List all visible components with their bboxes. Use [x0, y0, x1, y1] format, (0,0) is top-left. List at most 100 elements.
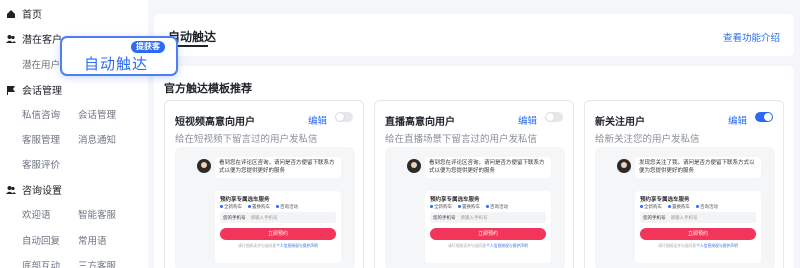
sidebar-item-label: 常用语: [78, 236, 107, 247]
sidebar-item-label: 欢迎语: [22, 210, 51, 221]
agreement-label: 请仔细阅读并勾选同意: [658, 244, 697, 248]
edit-button[interactable]: 编辑: [308, 113, 327, 127]
avatar: [197, 159, 211, 173]
users-icon: [6, 34, 16, 43]
sidebar-item-dm-consult[interactable]: 私信咨询: [22, 107, 60, 121]
sidebar-item-label: 消息通知: [78, 135, 117, 146]
users-icon: [6, 185, 16, 194]
template-section: 官方触达模板推荐 短视频高意向用户 编辑 给在短视频下留言过的用户发私信 看到您…: [154, 66, 794, 268]
agreement-text: 请仔细阅读并勾选同意个人信息授权与保护声明: [220, 244, 336, 249]
sidebar-item-label: 首页: [22, 10, 42, 21]
phone-label: 您的手机号: [643, 215, 666, 220]
sidebar-item-welcome[interactable]: 欢迎语: [22, 207, 51, 221]
card-title: 新关注用户: [595, 117, 645, 128]
agreement-text: 请仔细阅读并勾选同意个人信息授权与保护声明: [430, 244, 546, 249]
agreement-label: 请仔细阅读并勾选同意: [448, 244, 487, 248]
form-option: 全新购车: [430, 204, 452, 210]
sidebar-item-label: 潜在客户: [22, 35, 62, 46]
card-title: 短视频高意向用户: [175, 117, 255, 128]
main-content: 自动触达 查看功能介绍 官方触达模板推荐 短视频高意向用户 编辑 给在短视频下留…: [148, 0, 800, 268]
form-option: 全新购车: [640, 204, 662, 210]
phone-label: 您的手机号: [223, 215, 246, 220]
form-option: 置换购车: [668, 204, 690, 210]
phone-field: 您的手机号 请输入手机号: [640, 212, 756, 223]
form-option: 咨询活动: [696, 204, 718, 210]
sidebar-item-label: 私信咨询: [22, 110, 61, 121]
card-description: 给在直播场景下留言过的用户发私信: [385, 134, 538, 145]
phone-placeholder: 请输入手机号: [670, 215, 698, 220]
sidebar-item-smart-cs[interactable]: 智能客服: [78, 207, 116, 221]
sidebar-item-label: 客服管理: [22, 135, 61, 146]
sidebar-item-bottom-interact[interactable]: 底部互动: [22, 258, 60, 268]
agreement-link: 个人信息授权与保护声明: [276, 244, 318, 248]
enable-toggle[interactable]: [335, 112, 353, 122]
agreement-label: 请仔细阅读并勾选同意: [238, 244, 277, 248]
flag-icon: [7, 85, 15, 95]
sidebar-item-potential-customers[interactable]: 潜在客户: [6, 31, 62, 46]
avatar: [617, 159, 631, 173]
form-options: 全新购车 置换购车 咨询活动: [640, 204, 718, 210]
submit-button: 立即预约: [220, 228, 336, 240]
phone-placeholder: 请输入手机号: [460, 215, 488, 220]
sidebar-item-label: 客服评价: [22, 160, 61, 171]
sidebar-item-label: 会话管理: [78, 110, 117, 121]
message-preview: 发现您关注了我，请问是否方便留下联系方式以便为您提供更好的服务 预约享专属选车服…: [595, 147, 775, 268]
feature-intro-link[interactable]: 查看功能介绍: [723, 30, 780, 44]
card-description: 给新关注您的用户发私信: [595, 134, 700, 145]
lead-form-preview: 预约享专属选车服务 全新购车 置换购车 咨询活动 您的手机号 请输入手机号 立即预…: [635, 191, 761, 263]
message-bubble: 看到您在评论区咨询，请问是否方便留下联系方式以便为您提供更好的服务: [215, 157, 341, 178]
agreement-text: 请仔细阅读并勾选同意个人信息授权与保护声明: [640, 244, 756, 249]
edit-button[interactable]: 编辑: [728, 113, 747, 127]
agreement-link: 个人信息授权与保护声明: [696, 244, 738, 248]
form-options: 全新购车 置换购车 咨询活动: [430, 204, 508, 210]
form-title: 预约享专属选车服务: [430, 197, 480, 203]
sidebar-item-msg-notify[interactable]: 消息通知: [78, 132, 116, 146]
template-card: 直播高意向用户 编辑 给在直播场景下留言过的用户发私信 看到您在评论区咨询，请问…: [374, 100, 574, 268]
sidebar-item-common-phrases[interactable]: 常用语: [78, 233, 107, 247]
sidebar-item-consult-settings[interactable]: 咨询设置: [6, 182, 62, 197]
form-option: 置换购车: [248, 204, 270, 210]
toggle-knob: [546, 113, 554, 121]
toggle-knob: [336, 113, 344, 121]
template-card: 短视频高意向用户 编辑 给在短视频下留言过的用户发私信 看到您在评论区咨询，请问…: [164, 100, 364, 268]
enable-toggle[interactable]: [755, 112, 773, 122]
phone-placeholder: 请输入手机号: [250, 215, 278, 220]
agreement-link: 个人信息授权与保护声明: [486, 244, 528, 248]
edit-button[interactable]: 编辑: [518, 113, 537, 127]
sidebar-item-conversation-manage[interactable]: 会话管理: [78, 107, 116, 121]
sidebar-item-cs-review[interactable]: 客服评价: [22, 157, 60, 171]
sidebar-item-conversation-mgmt[interactable]: 会话管理: [6, 82, 62, 97]
form-option: 咨询活动: [276, 204, 298, 210]
popup-label: 自动触达: [84, 56, 149, 73]
form-title: 预约享专属选车服务: [640, 197, 690, 203]
message-preview: 看到您在评论区咨询，请问是否方便留下联系方式以便为您提供更好的服务 预约享专属选…: [175, 147, 355, 268]
sidebar-item-label: 三方客服: [78, 261, 117, 268]
card-title: 直播高意向用户: [385, 117, 455, 128]
form-title: 预约享专属选车服务: [220, 197, 270, 203]
header-card: 自动触达 查看功能介绍: [154, 14, 794, 56]
sidebar-item-label: 智能客服: [78, 210, 117, 221]
avatar: [407, 159, 421, 173]
sidebar-item-label: 会话管理: [22, 86, 62, 97]
enable-toggle[interactable]: [545, 112, 563, 122]
sidebar-item-label: 自动回复: [22, 236, 61, 247]
form-option: 咨询活动: [486, 204, 508, 210]
lead-form-preview: 预约享专属选车服务 全新购车 置换购车 咨询活动 您的手机号 请输入手机号 立即预…: [425, 191, 551, 263]
phone-field: 您的手机号 请输入手机号: [430, 212, 546, 223]
submit-button: 立即预约: [430, 228, 546, 240]
form-option: 全新购车: [220, 204, 242, 210]
lead-form-preview: 预约享专属选车服务 全新购车 置换购车 咨询活动 您的手机号 请输入手机号 立即预…: [215, 191, 341, 263]
form-option: 置换购车: [458, 204, 480, 210]
sidebar-item-auto-reply[interactable]: 自动回复: [22, 233, 60, 247]
card-description: 给在短视频下留言过的用户发私信: [175, 134, 318, 145]
phone-label: 您的手机号: [433, 215, 456, 220]
form-options: 全新购车 置换购车 咨询活动: [220, 204, 298, 210]
sidebar-item-potential-users[interactable]: 潜在用户: [22, 57, 60, 71]
section-title: 官方触达模板推荐: [164, 83, 252, 95]
sidebar-item-home[interactable]: 首页: [6, 6, 42, 21]
sidebar-item-cs-manage[interactable]: 客服管理: [22, 132, 60, 146]
popup-badge: 提获客: [131, 41, 165, 53]
message-bubble: 看到您在评论区咨询，请问是否方便留下联系方式以便为您提供更好的服务: [425, 157, 551, 178]
sidebar-item-third-party-cs[interactable]: 三方客服: [78, 258, 116, 268]
sidebar-item-label: 潜在用户: [22, 60, 61, 71]
